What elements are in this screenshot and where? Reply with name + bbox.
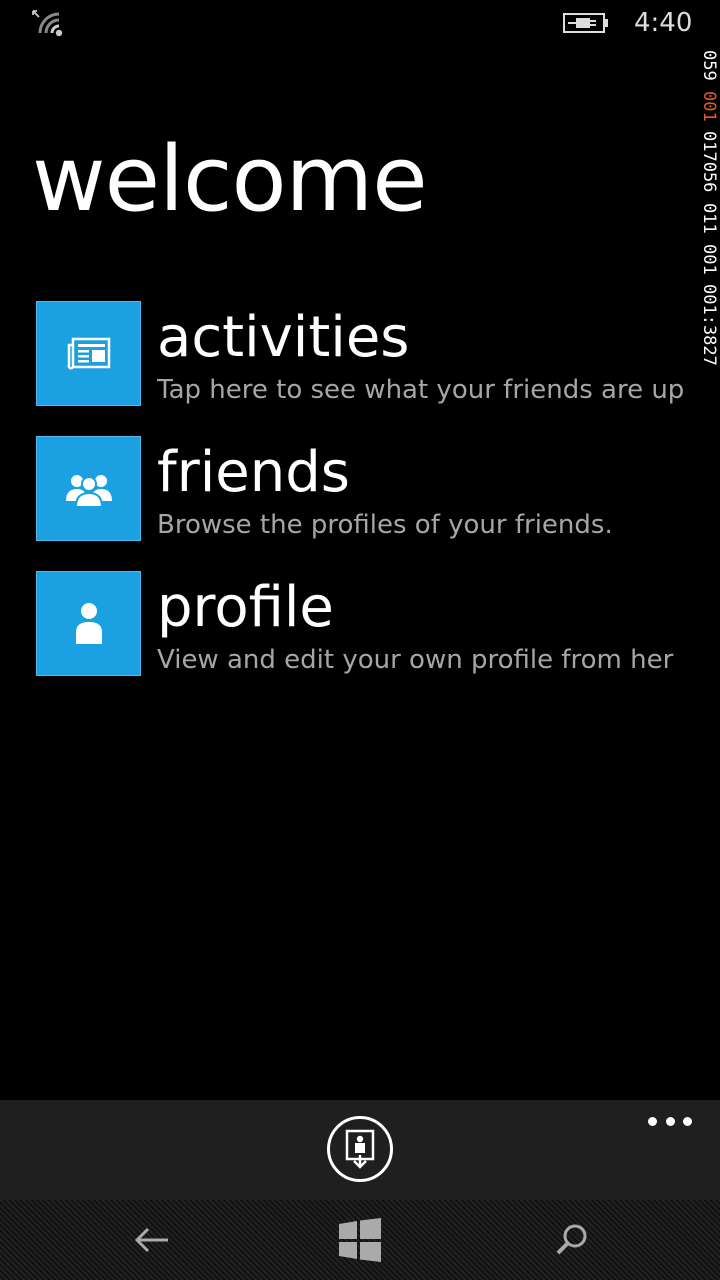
menu-item-description: Browse the profiles of your friends. — [157, 510, 613, 540]
menu-item-profile[interactable]: profile View and edit your own profile f… — [36, 571, 686, 676]
menu-item-description: View and edit your own profile from her — [157, 645, 674, 675]
dot — [648, 1116, 657, 1126]
profile-tile[interactable] — [36, 571, 141, 676]
wifi-signal-icon — [32, 10, 63, 37]
menu-item-title: friends — [157, 440, 350, 505]
dot — [683, 1116, 692, 1126]
search-button[interactable] — [548, 1216, 596, 1264]
activities-tile[interactable] — [36, 301, 141, 406]
counter-value: 001 — [699, 90, 719, 122]
app-bar — [0, 1100, 720, 1200]
counter-value: 059 — [699, 50, 719, 81]
counter-value: 001:3827 — [699, 284, 719, 367]
search-icon — [556, 1224, 587, 1255]
navigation-bar — [0, 1200, 720, 1280]
windows-logo-icon — [339, 1218, 381, 1262]
status-bar: 4:40 — [0, 0, 720, 48]
appbar-elevator-button[interactable] — [327, 1116, 393, 1182]
menu-item-activities[interactable]: activities Tap here to see what your fri… — [36, 301, 686, 406]
back-arrow-icon — [134, 1227, 168, 1253]
menu-item-description: Tap here to see what your friends are up — [157, 375, 685, 405]
elevator-down-icon — [345, 1129, 375, 1169]
battery-charging-icon — [563, 13, 608, 33]
people-icon — [65, 474, 112, 507]
menu-item-title: profile — [157, 575, 334, 640]
menu-item-friends[interactable]: friends Browse the profiles of your frie… — [36, 436, 686, 541]
frame-rate-counter: 059 001 017056 011 001 001:3827 — [698, 50, 720, 660]
back-button[interactable] — [128, 1216, 176, 1264]
menu-item-title: activities — [157, 305, 410, 370]
status-clock: 4:40 — [634, 8, 693, 38]
friends-tile[interactable] — [36, 436, 141, 541]
menu-list: activities Tap here to see what your fri… — [36, 301, 686, 706]
more-dots-icon[interactable] — [648, 1112, 692, 1130]
person-icon — [75, 602, 102, 644]
newspaper-icon — [67, 337, 110, 369]
counter-value: 001 — [699, 243, 719, 275]
page-title: welcome — [32, 127, 428, 232]
counter-value: 017056 — [699, 131, 719, 193]
start-button[interactable] — [336, 1216, 384, 1264]
dot — [665, 1116, 675, 1126]
counter-value: 011 — [699, 202, 719, 234]
